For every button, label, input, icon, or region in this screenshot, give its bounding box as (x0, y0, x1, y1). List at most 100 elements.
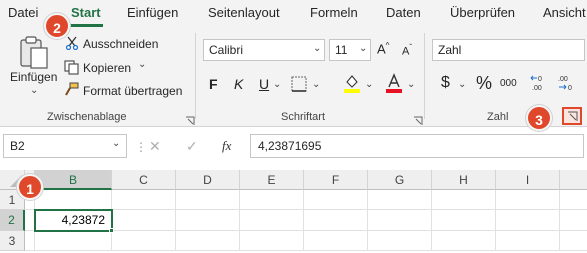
italic-button[interactable]: K (234, 76, 243, 92)
cell[interactable] (176, 231, 240, 251)
cell[interactable] (240, 210, 304, 231)
row-header-3[interactable]: 3 (0, 231, 25, 251)
tab-daten[interactable]: Daten (386, 5, 421, 20)
cell[interactable] (496, 190, 560, 210)
cell[interactable] (496, 231, 560, 251)
cell[interactable] (240, 231, 304, 251)
formula-value: 4,23871695 (258, 139, 322, 153)
cut-button[interactable]: Ausschneiden (83, 37, 158, 51)
tab-einfuegen[interactable]: Einfügen (127, 5, 178, 20)
font-color-chevron-down-icon[interactable]: ⌄ (407, 79, 415, 90)
cell[interactable] (35, 190, 112, 210)
copy-chevron-down-icon[interactable]: ⌄ (138, 59, 146, 70)
copy-icon[interactable] (64, 60, 79, 75)
decrease-decimal-icon[interactable]: .00 0 (556, 73, 576, 93)
ribbon: Einfügen ⌄ Ausschneiden Kopieren ⌄ Forma… (0, 27, 587, 127)
row-header-2[interactable]: 2 (0, 210, 25, 231)
cell[interactable] (432, 231, 496, 251)
formula-input[interactable]: 4,23871695 (250, 134, 584, 158)
clipboard-group-label: Zwischenablage (47, 111, 127, 123)
fill-color-icon[interactable] (343, 73, 361, 93)
column-header-i[interactable]: I (496, 170, 560, 190)
formula-bar: B2 ⌄ ⋮ ✕ ✓ fx 4,23871695 (0, 127, 587, 165)
cell[interactable] (432, 190, 496, 210)
font-size-chevron-down-icon[interactable]: ⌄ (359, 43, 367, 54)
cell[interactable] (560, 231, 587, 251)
cell[interactable] (368, 231, 432, 251)
column-header-b[interactable]: B (35, 170, 112, 190)
cell[interactable] (496, 210, 560, 231)
thousands-separator-button[interactable]: 000 (500, 78, 517, 89)
name-box[interactable]: B2 (3, 134, 127, 158)
cancel-icon[interactable]: ✕ (149, 138, 161, 155)
cell[interactable] (368, 190, 432, 210)
currency-chevron-down-icon[interactable]: ⌄ (458, 79, 466, 90)
name-box-value: B2 (10, 139, 25, 153)
font-group-label: Schriftart (281, 111, 326, 123)
format-painter-icon[interactable] (64, 82, 79, 97)
number-format-dropdown[interactable]: Zahl (432, 39, 585, 61)
paste-label[interactable]: Einfügen (10, 70, 57, 84)
cell[interactable] (304, 231, 368, 251)
paste-chevron-down-icon[interactable]: ⌄ (30, 85, 38, 96)
column-header-h[interactable]: H (432, 170, 496, 190)
ribbon-tabs: Datei Start Einfügen Seitenlayout Formel… (0, 0, 587, 27)
svg-text:0: 0 (538, 76, 542, 83)
cell[interactable] (176, 210, 240, 231)
cell[interactable] (368, 210, 432, 231)
column-header-f[interactable]: F (304, 170, 368, 190)
paste-icon[interactable] (18, 35, 50, 71)
borders-icon[interactable] (290, 75, 308, 93)
cell[interactable] (304, 210, 368, 231)
number-dialog-launcher-icon[interactable] (562, 107, 582, 125)
cell[interactable] (432, 210, 496, 231)
currency-button[interactable]: $ (441, 74, 450, 92)
insert-function-button[interactable]: fx (222, 138, 231, 154)
column-header-e[interactable]: E (240, 170, 304, 190)
column-header-c[interactable]: C (112, 170, 176, 190)
cell[interactable] (112, 190, 176, 210)
tab-start[interactable]: Start (71, 5, 101, 20)
format-painter-button[interactable]: Format übertragen (83, 84, 182, 98)
increase-decimal-icon[interactable]: 0 .00 (530, 73, 550, 93)
font-dialog-launcher-icon[interactable] (413, 113, 423, 125)
percent-button[interactable]: % (476, 73, 492, 94)
cell[interactable] (35, 231, 112, 251)
cell[interactable] (25, 231, 35, 251)
tab-datei[interactable]: Datei (8, 5, 38, 20)
step-marker-1: 1 (17, 174, 43, 200)
active-cell-b2[interactable]: 4,23872 (34, 209, 113, 232)
column-header-next[interactable] (560, 170, 587, 190)
tab-seitenlayout[interactable]: Seitenlayout (208, 5, 280, 20)
scissors-icon[interactable] (65, 36, 79, 51)
more-options-icon[interactable]: ⋮ (135, 140, 147, 154)
increase-font-size-icon[interactable]: A^ (377, 41, 389, 56)
cell[interactable] (560, 210, 587, 231)
column-header-d[interactable]: D (176, 170, 240, 190)
tab-formeln[interactable]: Formeln (310, 5, 358, 20)
fill-handle[interactable] (109, 228, 114, 233)
name-box-chevron-down-icon[interactable]: ⌄ (112, 138, 120, 149)
font-name-chevron-down-icon[interactable]: ⌄ (313, 43, 321, 54)
tab-ansicht[interactable]: Ansicht (543, 5, 586, 20)
tab-ueberpruefen[interactable]: Überprüfen (450, 5, 515, 20)
bold-button[interactable]: F (209, 76, 218, 92)
cell[interactable] (112, 231, 176, 251)
column-header-g[interactable]: G (368, 170, 432, 190)
decrease-font-size-icon[interactable]: Aˇ (402, 43, 412, 58)
enter-icon[interactable]: ✓ (186, 138, 198, 155)
underline-chevron-down-icon[interactable]: ⌄ (273, 79, 281, 90)
cell[interactable] (560, 190, 587, 210)
cell[interactable] (112, 210, 176, 231)
underline-button[interactable]: U (259, 76, 269, 92)
clipboard-dialog-launcher-icon[interactable] (185, 113, 195, 125)
copy-button[interactable]: Kopieren (83, 61, 131, 75)
borders-chevron-down-icon[interactable]: ⌄ (312, 79, 320, 90)
cell[interactable] (304, 190, 368, 210)
font-color-icon[interactable] (385, 73, 403, 93)
fill-color-chevron-down-icon[interactable]: ⌄ (365, 79, 373, 90)
font-name-dropdown[interactable]: Calibri (203, 39, 325, 61)
number-group-label: Zahl (487, 111, 509, 123)
cell[interactable] (176, 190, 240, 210)
cell[interactable] (240, 190, 304, 210)
